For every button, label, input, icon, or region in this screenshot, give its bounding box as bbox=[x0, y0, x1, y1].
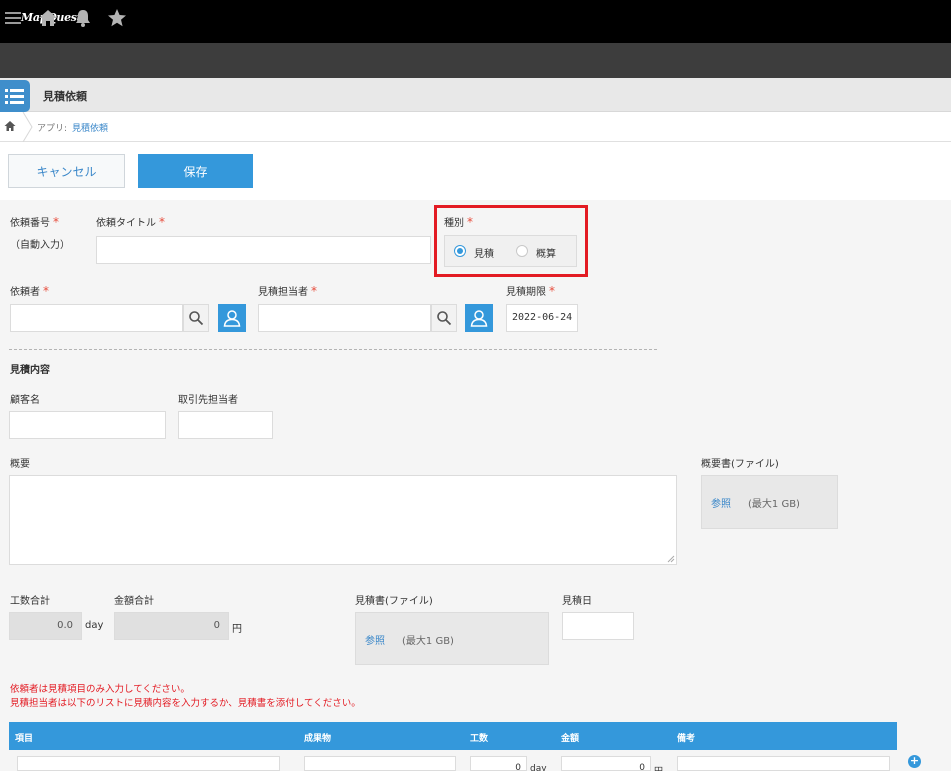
estimate-file-label: 見積書(ファイル) bbox=[355, 596, 433, 607]
deadline-input[interactable]: 2022-06-24 bbox=[506, 304, 578, 332]
breadcrumb-home-icon[interactable] bbox=[4, 120, 16, 132]
requester-search-button[interactable] bbox=[183, 304, 209, 332]
instruction-note-2: 見積担当者は以下のリストに見積内容を入力するか、見積書を添付してください。 bbox=[10, 698, 361, 709]
breadcrumb bbox=[0, 112, 951, 142]
customer-label: 顧客名 bbox=[10, 395, 40, 406]
app-title-bar bbox=[0, 78, 951, 112]
estimator-label: 見積担当者 * bbox=[258, 284, 317, 298]
client-contact-label: 取引先担当者 bbox=[178, 395, 238, 406]
estimator-input[interactable] bbox=[258, 304, 431, 332]
user-icon bbox=[470, 310, 488, 327]
summary-file-browse-link[interactable]: 参照 bbox=[711, 495, 731, 510]
request-number-label: 依頼番号 * bbox=[10, 215, 59, 229]
breadcrumb-separator-icon bbox=[22, 112, 33, 142]
estimate-date-label: 見積日 bbox=[562, 596, 592, 607]
total-hours-value: 0.0 bbox=[9, 612, 82, 640]
highlight-box bbox=[434, 205, 588, 277]
estimate-date-input[interactable] bbox=[562, 612, 634, 640]
breadcrumb-prefix: アプリ: bbox=[37, 124, 68, 134]
estimate-file-browse-link[interactable]: 参照 bbox=[365, 632, 385, 647]
table-header bbox=[9, 722, 897, 750]
request-title-input[interactable] bbox=[96, 236, 431, 264]
requester-input[interactable] bbox=[10, 304, 183, 332]
row-amount-input[interactable]: 0 bbox=[561, 756, 651, 771]
table-header-item: 項目 bbox=[15, 734, 34, 744]
breadcrumb-app-link[interactable]: 見積依頼 bbox=[72, 121, 108, 134]
bell-icon[interactable] bbox=[73, 8, 93, 28]
total-amount-value: 0 bbox=[114, 612, 229, 640]
total-amount-unit: 円 bbox=[232, 624, 242, 635]
request-number-auto: （自動入力） bbox=[10, 240, 70, 251]
row-remarks-input[interactable] bbox=[677, 756, 890, 771]
deadline-label: 見積期限 * bbox=[506, 284, 555, 298]
summary-textarea[interactable] bbox=[9, 475, 677, 565]
requester-user-picker-button[interactable] bbox=[218, 304, 246, 332]
estimator-user-picker-button[interactable] bbox=[465, 304, 493, 332]
row-amount-unit: 円 bbox=[654, 764, 663, 771]
table-header-deliverable: 成果物 bbox=[304, 734, 332, 744]
estimate-file-limit: (最大1 GB) bbox=[402, 636, 454, 647]
estimator-search-button[interactable] bbox=[431, 304, 457, 332]
summary-label: 概要 bbox=[10, 459, 30, 470]
menu-icon[interactable] bbox=[3, 8, 23, 28]
row-hours-unit: day bbox=[530, 764, 547, 771]
request-title-label: 依頼タイトル * bbox=[96, 215, 165, 229]
total-hours-label: 工数合計 bbox=[10, 596, 50, 607]
table-header-remarks: 備考 bbox=[677, 734, 696, 744]
star-icon[interactable] bbox=[107, 8, 127, 28]
nav-bar bbox=[0, 43, 951, 78]
resize-handle-icon[interactable] bbox=[667, 555, 675, 563]
total-amount-label: 金額合計 bbox=[114, 596, 154, 607]
section-title: 見積内容 bbox=[10, 365, 50, 376]
row-deliverable-input[interactable] bbox=[304, 756, 456, 771]
total-hours-unit: day bbox=[85, 620, 104, 631]
instruction-note-1: 依頼者は見積項目のみ入力してください。 bbox=[10, 684, 190, 695]
app-list-icon[interactable] bbox=[0, 80, 30, 112]
customer-input[interactable] bbox=[9, 411, 166, 439]
save-button[interactable]: 保存 bbox=[138, 154, 253, 188]
requester-label: 依頼者 * bbox=[10, 284, 49, 298]
summary-file-limit: (最大1 GB) bbox=[748, 499, 800, 510]
row-item-input[interactable] bbox=[17, 756, 280, 771]
search-icon bbox=[189, 311, 204, 326]
home-icon[interactable] bbox=[38, 8, 58, 28]
table-header-hours: 工数 bbox=[470, 734, 489, 744]
cancel-button[interactable]: キャンセル bbox=[8, 154, 125, 188]
section-divider bbox=[9, 349, 657, 350]
client-contact-input[interactable] bbox=[178, 411, 273, 439]
plus-icon[interactable]: + bbox=[908, 755, 921, 768]
page-title: 見積依頼 bbox=[43, 90, 87, 103]
search-icon bbox=[437, 311, 452, 326]
table-header-amount: 金額 bbox=[561, 734, 580, 744]
row-hours-input[interactable]: 0 bbox=[470, 756, 527, 771]
user-icon bbox=[223, 310, 241, 327]
top-bar bbox=[0, 0, 951, 43]
summary-file-label: 概要書(ファイル) bbox=[701, 459, 779, 470]
